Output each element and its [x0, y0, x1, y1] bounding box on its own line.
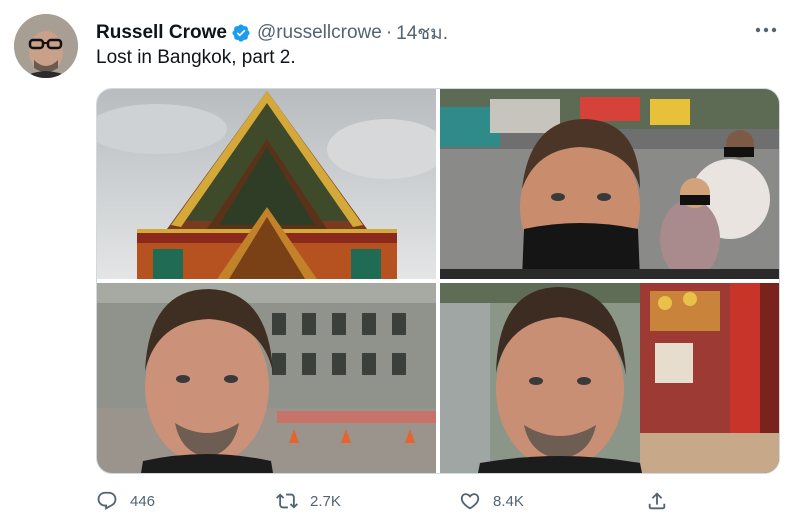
share-icon	[648, 492, 666, 510]
separator-dot: ·	[385, 22, 393, 43]
reply-icon	[97, 491, 117, 510]
reply-button[interactable]: 446	[96, 490, 155, 512]
author-name[interactable]: Russell Crowe	[96, 22, 227, 44]
more-options-icon[interactable]	[752, 18, 780, 42]
photo-building-selfie[interactable]	[97, 283, 436, 473]
photo-temple[interactable]	[97, 89, 436, 279]
photo-street-selfie[interactable]	[440, 89, 779, 279]
like-count: 8.4K	[493, 492, 524, 510]
tweet-actions: 446 2.7K 8.4K	[96, 490, 676, 516]
tweet-text: Lost in Bangkok, part 2.	[96, 47, 296, 68]
verified-badge-icon	[231, 23, 251, 43]
reply-count: 446	[130, 492, 156, 510]
retweet-count: 2.7K	[310, 492, 341, 510]
photo-shrine-selfie[interactable]	[440, 283, 779, 473]
tweet-timestamp[interactable]: 14ชม.	[396, 18, 448, 48]
author-handle[interactable]: @russellcrowe	[257, 22, 382, 44]
tweet-header: Russell Crowe @russellcrowe · 14ชม.	[96, 18, 448, 48]
media-grid	[96, 88, 780, 474]
heart-icon	[460, 493, 480, 510]
avatar[interactable]	[14, 14, 78, 78]
like-button[interactable]: 8.4K	[459, 490, 524, 512]
retweet-button[interactable]: 2.7K	[276, 490, 341, 512]
share-button[interactable]	[646, 490, 680, 512]
retweet-icon	[276, 493, 298, 509]
